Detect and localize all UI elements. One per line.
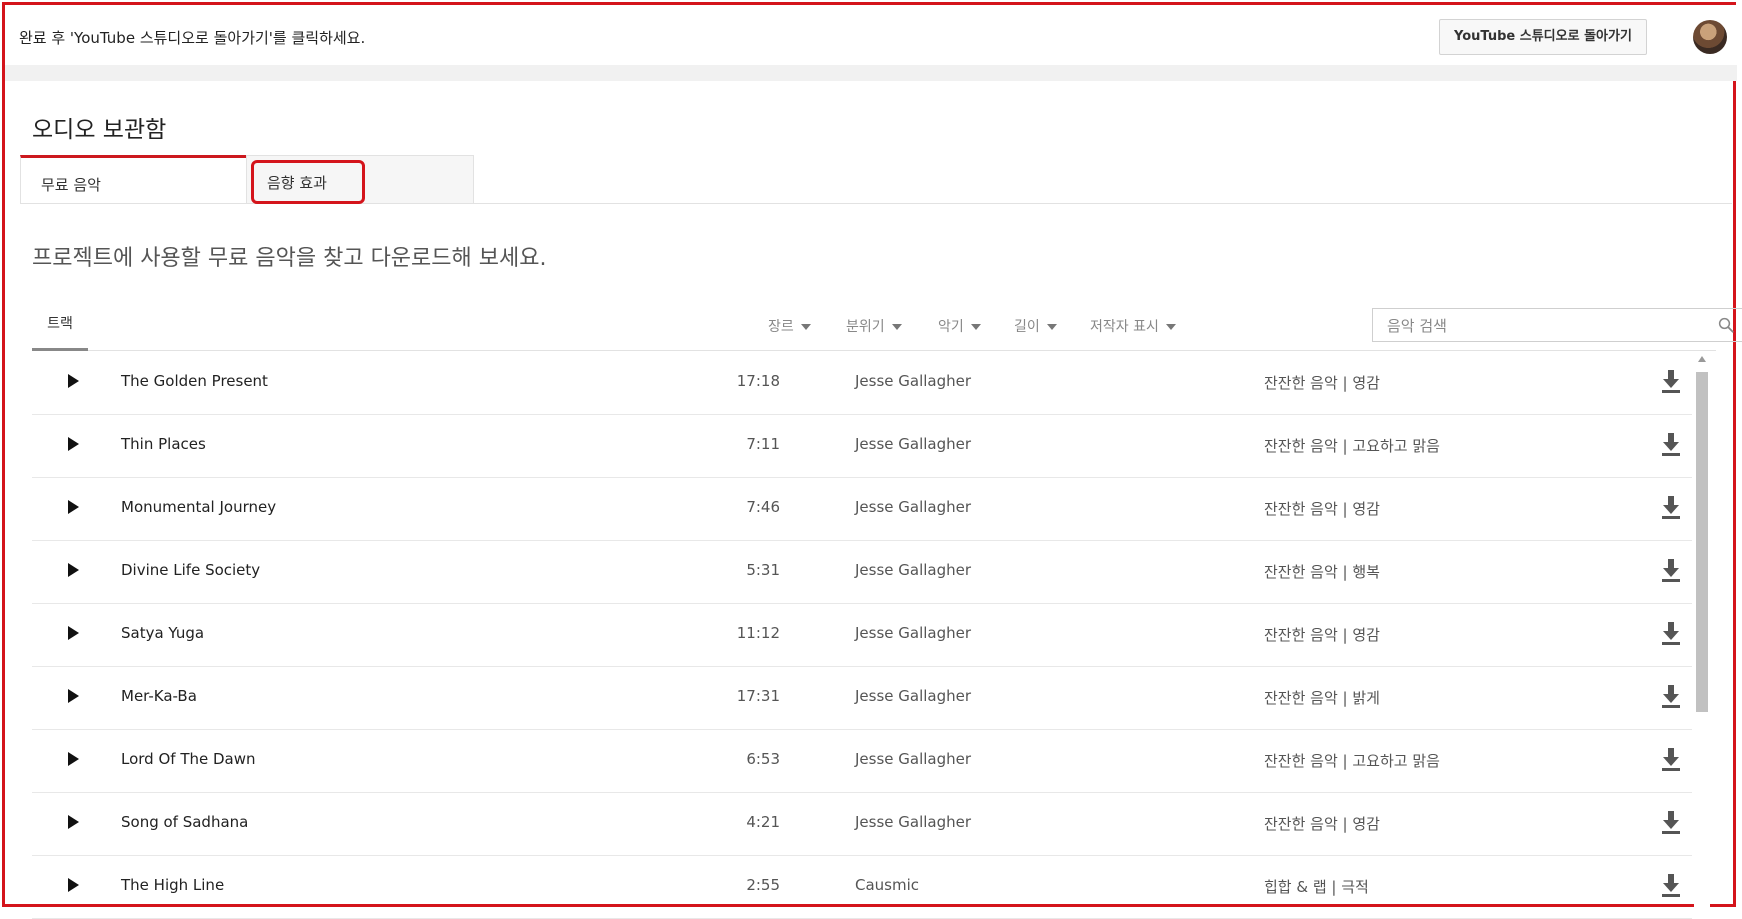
track-genre-mood: 잔잔한 음악 | 고요하고 맑음 bbox=[1264, 437, 1440, 455]
tab-free-music[interactable]: 무료 음악 bbox=[20, 155, 246, 203]
caret-down-icon bbox=[1046, 324, 1057, 330]
download-icon[interactable] bbox=[1660, 746, 1682, 772]
caret-down-icon bbox=[1165, 324, 1176, 330]
track-duration: 5:31 bbox=[746, 561, 780, 579]
track-list: The Golden Present 17:18 Jesse Gallagher 잔잔… bbox=[32, 352, 1692, 919]
track-artist: Jesse Gallagher bbox=[855, 561, 972, 579]
download-icon[interactable] bbox=[1660, 683, 1682, 709]
download-icon[interactable] bbox=[1660, 494, 1682, 520]
top-bar: 완료 후 'YouTube 스튜디오로 돌아가기'를 클릭하세요. YouTub… bbox=[5, 5, 1737, 66]
caret-down-icon bbox=[891, 324, 902, 330]
track-row[interactable]: Satya Yuga 11:12 Jesse Gallagher 잔잔한 음악 | 영… bbox=[32, 604, 1692, 667]
track-duration: 11:12 bbox=[736, 624, 780, 642]
filter-instrument[interactable]: 악기 bbox=[938, 316, 981, 336]
filter-instrument-label: 악기 bbox=[938, 319, 964, 335]
filter-mood-label: 분위기 bbox=[846, 319, 885, 335]
user-avatar-icon[interactable] bbox=[1693, 20, 1727, 54]
play-icon[interactable] bbox=[68, 626, 79, 640]
track-duration: 4:21 bbox=[746, 813, 780, 831]
track-genre-mood: 힙합 & 랩 | 극적 bbox=[1264, 878, 1369, 896]
track-artist: Jesse Gallagher bbox=[855, 498, 972, 516]
track-row[interactable]: Lord Of The Dawn 6:53 Jesse Gallagher 잔잔한 음… bbox=[32, 730, 1692, 793]
play-icon[interactable] bbox=[68, 815, 79, 829]
track-artist: Jesse Gallagher bbox=[855, 372, 972, 390]
track-genre-mood: 잔잔한 음악 | 영감 bbox=[1264, 374, 1380, 392]
track-title: The Golden Present bbox=[121, 372, 268, 390]
filter-duration-label: 길이 bbox=[1014, 319, 1040, 335]
track-genre-mood: 잔잔한 음악 | 고요하고 맑음 bbox=[1264, 752, 1440, 770]
back-to-studio-button[interactable]: YouTube 스튜디오로 돌아가기 bbox=[1439, 19, 1647, 55]
filter-attribution[interactable]: 저작자 표시 bbox=[1090, 316, 1176, 336]
top-divider-strip bbox=[5, 65, 1737, 81]
track-genre-mood: 잔잔한 음악 | 영감 bbox=[1264, 500, 1380, 518]
sound-effects-tab-highlight bbox=[251, 160, 365, 204]
page-subtitle: 프로젝트에 사용할 무료 음악을 찾고 다운로드해 보세요. bbox=[32, 246, 547, 271]
track-artist: Jesse Gallagher bbox=[855, 750, 972, 768]
track-genre-mood: 잔잔한 음악 | 밝게 bbox=[1264, 689, 1380, 707]
track-artist: Jesse Gallagher bbox=[855, 687, 972, 705]
track-artist: Jesse Gallagher bbox=[855, 435, 972, 453]
filter-genre-label: 장르 bbox=[768, 319, 794, 335]
track-duration: 6:53 bbox=[746, 750, 780, 768]
download-icon[interactable] bbox=[1660, 809, 1682, 835]
track-title: Divine Life Society bbox=[121, 561, 261, 579]
scrollbar-thumb[interactable] bbox=[1696, 372, 1708, 712]
track-artist: Jesse Gallagher bbox=[855, 813, 972, 831]
page-title: 오디오 보관함 bbox=[32, 117, 167, 143]
download-icon[interactable] bbox=[1660, 872, 1682, 898]
instruction-message: 완료 후 'YouTube 스튜디오로 돌아가기'를 클릭하세요. bbox=[19, 29, 366, 47]
play-icon[interactable] bbox=[68, 500, 79, 514]
caret-down-icon bbox=[970, 324, 981, 330]
music-search-box bbox=[1372, 308, 1742, 342]
download-icon[interactable] bbox=[1660, 620, 1682, 646]
track-artist: Causmic bbox=[855, 876, 920, 894]
filter-mood[interactable]: 분위기 bbox=[846, 316, 902, 336]
play-icon[interactable] bbox=[68, 563, 79, 577]
play-icon[interactable] bbox=[68, 689, 79, 703]
track-row[interactable]: Monumental Journey 7:46 Jesse Gallagher 잔잔한… bbox=[32, 478, 1692, 541]
search-icon[interactable] bbox=[1717, 316, 1735, 334]
track-duration: 17:18 bbox=[736, 372, 780, 390]
track-title: Lord Of The Dawn bbox=[121, 750, 256, 768]
track-genre-mood: 잔잔한 음악 | 영감 bbox=[1264, 626, 1380, 644]
tab-free-music-label: 무료 음악 bbox=[41, 176, 101, 194]
track-title: Thin Places bbox=[121, 435, 206, 453]
play-icon[interactable] bbox=[68, 752, 79, 766]
track-title: The High Line bbox=[121, 876, 225, 894]
download-icon[interactable] bbox=[1660, 431, 1682, 457]
track-duration: 17:31 bbox=[736, 687, 780, 705]
tab-tracks[interactable]: 트랙 bbox=[32, 308, 88, 351]
track-genre-mood: 잔잔한 음악 | 행복 bbox=[1264, 563, 1380, 581]
track-row[interactable]: The Golden Present 17:18 Jesse Gallagher 잔잔… bbox=[32, 352, 1692, 415]
track-duration: 2:55 bbox=[746, 876, 780, 894]
download-icon[interactable] bbox=[1660, 557, 1682, 583]
track-title: Song of Sadhana bbox=[121, 813, 249, 831]
play-icon[interactable] bbox=[68, 374, 79, 388]
track-row[interactable]: Thin Places 7:11 Jesse Gallagher 잔잔한 음악 | 고… bbox=[32, 415, 1692, 478]
track-row[interactable]: Mer-Ka-Ba 17:31 Jesse Gallagher 잔잔한 음악 | 밝게 bbox=[32, 667, 1692, 730]
scroll-up-arrow-icon[interactable] bbox=[1698, 356, 1706, 362]
track-row[interactable]: Divine Life Society 5:31 Jesse Gallagher 잔잔… bbox=[32, 541, 1692, 604]
track-row[interactable]: Song of Sadhana 4:21 Jesse Gallagher 잔잔한 음악… bbox=[32, 793, 1692, 856]
track-duration: 7:11 bbox=[746, 435, 780, 453]
track-row[interactable]: The High Line 2:55 Causmic 힙합 & 랩 | 극적 bbox=[32, 856, 1692, 919]
track-title: Satya Yuga bbox=[121, 624, 205, 642]
caret-down-icon bbox=[800, 324, 811, 330]
tracks-toolbar: 트랙 장르 분위기 악기 길이 저작자 표시 bbox=[32, 308, 1742, 351]
play-icon[interactable] bbox=[68, 437, 79, 451]
play-icon[interactable] bbox=[68, 878, 79, 892]
track-title: Mer-Ka-Ba bbox=[121, 687, 197, 705]
track-genre-mood: 잔잔한 음악 | 영감 bbox=[1264, 815, 1380, 833]
track-title: Monumental Journey bbox=[121, 498, 277, 516]
filter-duration[interactable]: 길이 bbox=[1014, 316, 1057, 336]
download-icon[interactable] bbox=[1660, 368, 1682, 394]
filter-genre[interactable]: 장르 bbox=[768, 316, 811, 336]
filter-attribution-label: 저작자 표시 bbox=[1090, 319, 1159, 335]
track-artist: Jesse Gallagher bbox=[855, 624, 972, 642]
music-search-input[interactable] bbox=[1385, 310, 1689, 342]
track-duration: 7:46 bbox=[746, 498, 780, 516]
